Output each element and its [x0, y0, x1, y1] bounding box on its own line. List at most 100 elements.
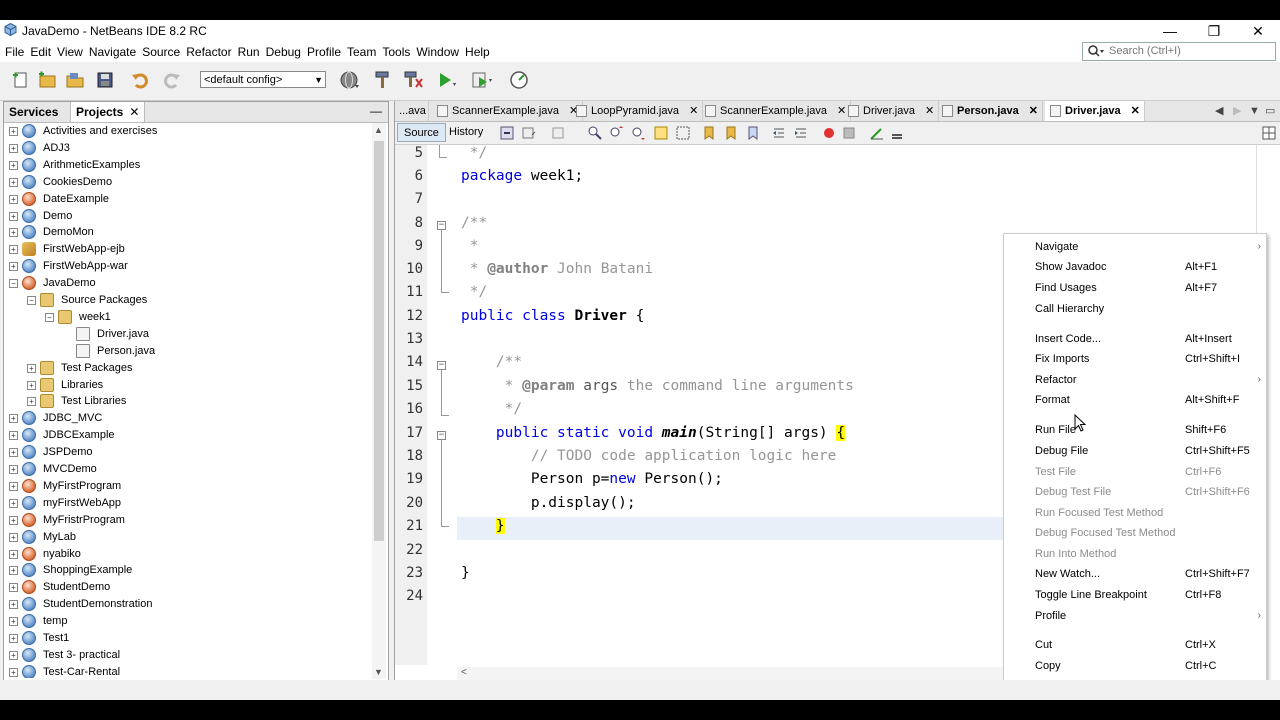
editor-tab-5[interactable]: Person.java ✕: [937, 101, 1043, 121]
expand-icon[interactable]: +: [9, 650, 18, 660]
menu-debug[interactable]: Debug: [263, 42, 304, 62]
close-icon[interactable]: ✕: [1029, 105, 1038, 117]
expand-icon[interactable]: +: [9, 127, 18, 136]
menu-item-navigate[interactable]: Navigate ›: [1004, 237, 1266, 257]
tab-services[interactable]: Services: [4, 102, 63, 122]
editor-tab-2[interactable]: LoopPyramid.java ✕: [571, 101, 704, 121]
expand-icon[interactable]: +: [9, 448, 18, 458]
expand-icon[interactable]: +: [9, 194, 18, 204]
scrollbar-thumb[interactable]: [374, 141, 384, 541]
save-all-icon[interactable]: [94, 69, 116, 91]
close-icon[interactable]: ✕: [689, 105, 698, 117]
find-previous-icon[interactable]: [609, 125, 625, 141]
undo-icon[interactable]: [130, 69, 152, 91]
menu-item-call-hierarchy[interactable]: Call Hierarchy: [1004, 299, 1266, 319]
maximize-button[interactable]: ❐: [1192, 20, 1236, 42]
close-icon[interactable]: ✕: [925, 105, 934, 117]
menu-view[interactable]: View: [54, 42, 86, 62]
expand-icon[interactable]: +: [9, 498, 18, 508]
menu-edit[interactable]: Edit: [27, 42, 54, 62]
back-icon[interactable]: [521, 125, 537, 141]
expand-icon[interactable]: +: [9, 414, 18, 424]
menu-file[interactable]: File: [2, 42, 27, 62]
menu-item-show-javadoc[interactable]: Show Javadoc Alt+F1: [1004, 257, 1266, 277]
fold-toggle-icon[interactable]: −: [437, 361, 446, 370]
menu-item-insert-code[interactable]: Insert Code... Alt+Insert: [1004, 329, 1266, 349]
expand-icon[interactable]: +: [9, 262, 18, 272]
editor-tab-3[interactable]: ScannerExample.java ✕: [700, 101, 852, 121]
fold-toggle-icon[interactable]: −: [437, 221, 446, 230]
toggle-highlight-icon[interactable]: [653, 125, 669, 141]
editor-tab-0[interactable]: ...ava: [399, 101, 429, 121]
menu-source[interactable]: Source: [139, 42, 183, 62]
menu-navigate[interactable]: Navigate: [86, 42, 139, 62]
menu-item-toggle-line-breakpoint[interactable]: Toggle Line Breakpoint Ctrl+F8: [1004, 585, 1266, 605]
menu-item-fix-imports[interactable]: Fix Imports Ctrl+Shift+I: [1004, 349, 1266, 369]
next-bookmark-icon[interactable]: [723, 125, 739, 141]
scroll-tabs-right-icon[interactable]: ▶: [1233, 101, 1241, 121]
uncomment-icon[interactable]: [889, 125, 905, 141]
editor-tab-4[interactable]: Driver.java ✕: [843, 101, 940, 121]
expand-icon[interactable]: +: [9, 566, 18, 576]
expand-icon[interactable]: +: [9, 228, 18, 238]
shift-left-icon[interactable]: [771, 125, 787, 141]
close-window-button[interactable]: ✕: [1236, 20, 1280, 42]
minimize-button[interactable]: —: [1148, 20, 1192, 42]
new-project-icon[interactable]: [36, 69, 58, 91]
close-icon[interactable]: ✕: [129, 105, 139, 119]
run-project-icon[interactable]: [434, 69, 456, 91]
comment-icon[interactable]: [869, 125, 885, 141]
menu-profile[interactable]: Profile: [304, 42, 344, 62]
menu-item-new-watch[interactable]: New Watch... Ctrl+Shift+F7: [1004, 564, 1266, 584]
menu-item-cut[interactable]: Cut Ctrl+X: [1004, 635, 1266, 655]
expand-icon[interactable]: +: [9, 667, 18, 677]
expand-icon[interactable]: +: [9, 465, 18, 474]
menu-refactor[interactable]: Refactor: [183, 42, 234, 62]
menu-item-format[interactable]: Format Alt+Shift+F: [1004, 390, 1266, 410]
projects-scrollbar[interactable]: ▲ ▼: [372, 123, 386, 679]
expand-icon[interactable]: +: [9, 143, 18, 153]
expand-icon[interactable]: +: [9, 245, 18, 255]
expand-icon[interactable]: +: [9, 600, 18, 610]
browser-globe-icon[interactable]: [338, 69, 360, 91]
open-project-icon[interactable]: [64, 69, 86, 91]
menu-help[interactable]: Help: [462, 42, 493, 62]
expand-icon[interactable]: +: [9, 431, 18, 441]
split-editor-icon[interactable]: [1261, 125, 1277, 141]
stop-macro-icon[interactable]: [841, 125, 857, 141]
tab-projects[interactable]: Projects ✕: [70, 102, 146, 122]
scroll-down-icon[interactable]: ▼: [374, 667, 383, 677]
history-view-button[interactable]: History: [443, 123, 489, 142]
close-icon[interactable]: ✕: [1131, 105, 1140, 117]
find-next-icon[interactable]: [631, 125, 647, 141]
search-input[interactable]: Search (Ctrl+I): [1082, 42, 1276, 61]
expand-icon[interactable]: +: [9, 177, 18, 187]
scroll-left-icon[interactable]: <: [461, 667, 467, 678]
menu-item-find-usages[interactable]: Find Usages Alt+F7: [1004, 278, 1266, 298]
menu-item-refactor[interactable]: Refactor ›: [1004, 370, 1266, 390]
expand-icon[interactable]: +: [9, 160, 18, 170]
editor-tab-active[interactable]: Driver.java ✕: [1045, 101, 1145, 121]
collapse-icon[interactable]: −: [45, 312, 54, 322]
source-view-button[interactable]: Source: [397, 123, 446, 142]
minimize-panel-button[interactable]: —: [370, 104, 382, 118]
expand-icon[interactable]: +: [27, 380, 36, 390]
expand-icon[interactable]: +: [27, 363, 36, 373]
build-hammer-icon[interactable]: [372, 69, 394, 91]
expand-icon[interactable]: +: [9, 583, 18, 593]
maximize-editor-icon[interactable]: ▭: [1265, 101, 1275, 121]
expand-icon[interactable]: +: [9, 481, 18, 491]
collapse-icon[interactable]: −: [27, 296, 36, 305]
menu-item-debug-file[interactable]: Debug File Ctrl+Shift+F5: [1004, 441, 1266, 461]
toggle-rect-select-icon[interactable]: [675, 125, 691, 141]
scroll-up-icon[interactable]: ▲: [374, 125, 383, 135]
scroll-tabs-left-icon[interactable]: ◀: [1215, 101, 1223, 121]
expand-icon[interactable]: +: [9, 634, 18, 643]
expand-icon[interactable]: +: [27, 397, 36, 407]
profile-project-icon[interactable]: [508, 69, 530, 91]
start-macro-icon[interactable]: [821, 125, 837, 141]
new-file-icon[interactable]: [10, 69, 32, 91]
clean-build-icon[interactable]: [402, 69, 424, 91]
menu-tools[interactable]: Tools: [379, 42, 413, 62]
expand-icon[interactable]: +: [9, 532, 18, 542]
